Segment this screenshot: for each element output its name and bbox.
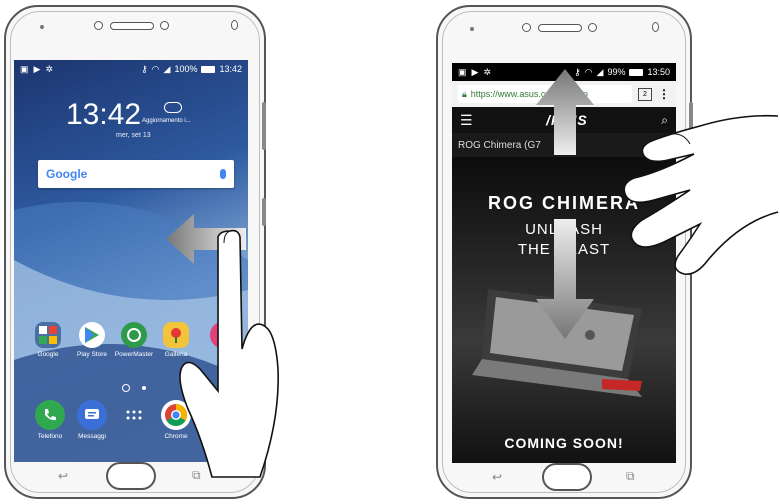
play-notification-icon: ▶: [33, 63, 41, 74]
left-phone-sensor-2: [231, 20, 238, 30]
left-phone-sensor: [94, 21, 103, 30]
google-logo: Google: [46, 167, 88, 181]
settings-notification-icon-right: ✲: [483, 66, 491, 77]
play-notification-icon-right: ▶: [471, 66, 479, 77]
page-indicator: [122, 384, 146, 392]
phone-icon: [35, 400, 65, 430]
left-volume-button[interactable]: [262, 102, 266, 150]
app-google[interactable]: Google: [28, 322, 68, 358]
app-telefono-label: Telefono: [37, 433, 63, 440]
hamburger-menu-icon[interactable]: ☰: [460, 112, 473, 129]
notification-icons: ▣ ▶ ✲: [20, 64, 53, 75]
mic-icon[interactable]: [220, 169, 226, 179]
key-icon: ⚷: [141, 63, 148, 74]
app-drawer[interactable]: [114, 400, 154, 433]
clock-widget[interactable]: 13:42: [66, 98, 141, 132]
right-home-button[interactable]: [542, 463, 592, 491]
tab-switcher-button[interactable]: 2: [638, 87, 652, 101]
right-phone-sensor-2: [652, 22, 659, 32]
date-text: mer, set 13: [116, 132, 151, 139]
page-dot-icon: [142, 386, 146, 390]
status-time: 13:42: [219, 64, 242, 74]
cloud-icon: [164, 102, 182, 113]
app-powermaster-label: PowerMaster: [114, 351, 154, 358]
google-search-bar[interactable]: Google: [38, 160, 234, 188]
right-back-button-icon[interactable]: ↩: [492, 470, 502, 484]
left-phone: ▣ ▶ ✲ ⚷ ◠ ◢ 100% 13:42 13:42 Aggiornamen…: [4, 5, 279, 499]
app-drawer-icon: [119, 400, 149, 430]
banner-footer: COMING SOON!: [504, 435, 624, 451]
app-play-store-label: Play Store: [77, 351, 107, 358]
left-recents-button-icon[interactable]: ⧉: [192, 468, 201, 483]
app-telefono[interactable]: Telefono: [30, 400, 70, 440]
app-google-label: Google: [37, 351, 59, 358]
app-powermaster[interactable]: PowerMaster: [114, 322, 154, 358]
weather-text[interactable]: Aggiornamento i...: [142, 118, 191, 124]
right-phone-sensor: [522, 23, 531, 32]
browser-menu-icon[interactable]: ⋮: [658, 87, 670, 101]
gallery-notification-icon: ▣: [20, 63, 29, 74]
breadcrumb-text: ROG Chimera (G7: [458, 139, 541, 151]
settings-notification-icon: ✲: [45, 63, 53, 74]
home-page-dot-icon: [122, 384, 130, 392]
battery-icon-right: [629, 68, 644, 76]
messages-icon: [77, 400, 107, 430]
google-folder-icon: [35, 322, 61, 348]
pinch-hand-icon: [623, 114, 779, 276]
wifi-icon: ◠: [151, 63, 160, 74]
play-store-icon: [79, 322, 105, 348]
gallery-notification-icon-right: ▣: [458, 66, 467, 77]
right-phone-led: [470, 27, 474, 31]
battery-percent: 100%: [174, 64, 198, 74]
status-time-right: 13:50: [647, 67, 670, 77]
status-right: ⚷ ◠ ◢ 100% 13:42: [141, 64, 242, 75]
pinch-zoom-arrows-icon: [536, 69, 594, 339]
right-recents-button-icon[interactable]: ⧉: [626, 469, 635, 484]
signal-icon: ◢: [163, 63, 171, 74]
left-phone-led: [40, 25, 44, 29]
app-play-store[interactable]: Play Store: [72, 322, 112, 358]
left-phone-camera: [160, 21, 169, 30]
left-phone-speaker: [110, 22, 154, 30]
lock-icon: 🔒︎: [462, 88, 467, 99]
app-messaggi[interactable]: Messaggi: [72, 400, 112, 440]
app-messaggi-label: Messaggi: [78, 433, 106, 440]
notification-icons-right: ▣ ▶ ✲: [458, 67, 491, 78]
right-phone-camera: [588, 23, 597, 32]
battery-percent-right: 99%: [607, 67, 626, 77]
right-phone-speaker: [538, 24, 582, 32]
hand-gesture-icon: [179, 229, 279, 478]
status-bar: ▣ ▶ ✲ ⚷ ◠ ◢ 100% 13:42: [14, 60, 248, 78]
left-power-button[interactable]: [262, 198, 266, 226]
left-back-button-icon[interactable]: ↩: [58, 469, 68, 483]
powermaster-icon: [121, 322, 147, 348]
battery-icon: [201, 65, 216, 73]
left-home-button[interactable]: [106, 462, 156, 490]
